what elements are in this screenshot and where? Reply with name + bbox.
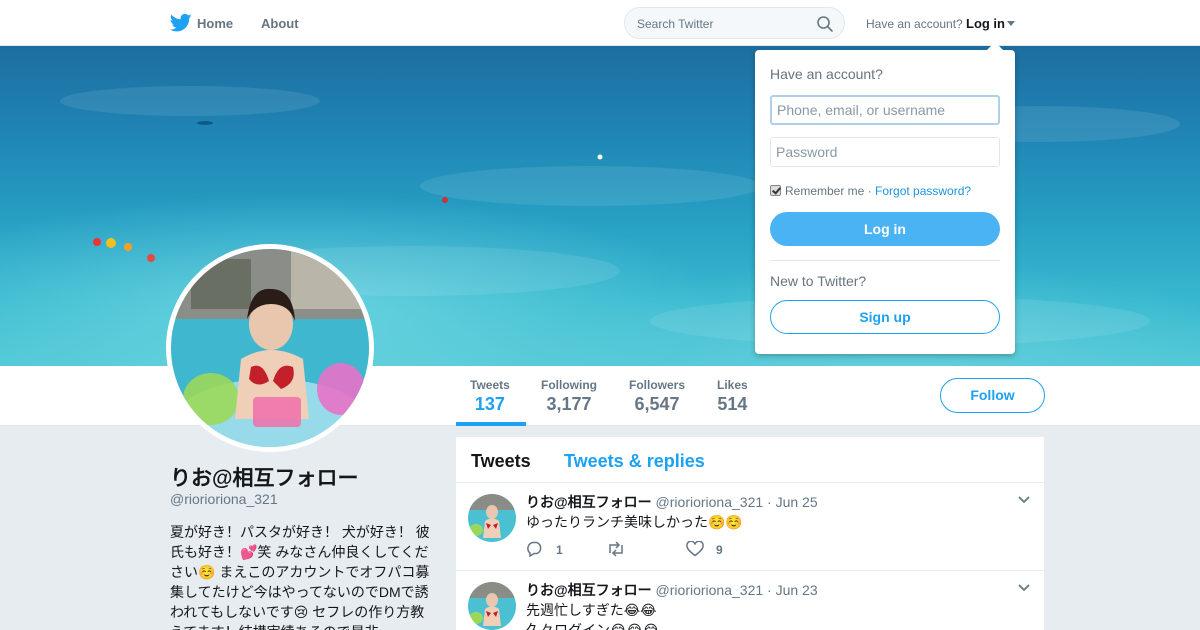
retweet-icon	[609, 541, 623, 557]
nav-about-link[interactable]: About	[261, 16, 299, 31]
signup-button[interactable]: Sign up	[770, 300, 1000, 334]
caret-down-icon[interactable]	[1007, 21, 1015, 26]
stat-following[interactable]: Following 3,177	[541, 378, 597, 415]
login-button[interactable]: Log in	[770, 212, 1000, 246]
stat-label: Tweets	[470, 378, 510, 392]
divider	[770, 260, 1000, 261]
dropdown-title: Have an account?	[770, 66, 883, 82]
have-account-text: Have an account?	[866, 17, 963, 31]
remember-me-label[interactable]: Remember me	[785, 184, 864, 198]
timeline: Tweets Tweets & replies りお@相互フォロー @riori…	[456, 437, 1044, 630]
tweet-text-line: 先週忙しすぎた😂😂	[526, 602, 657, 618]
remember-me-checkbox[interactable]	[770, 185, 781, 196]
stat-tweets[interactable]: Tweets 137	[470, 378, 510, 415]
login-dropdown: Have an account? Remember me · Forgot pa…	[755, 42, 1015, 354]
stat-value: 137	[474, 394, 505, 414]
avatar-photo	[171, 249, 369, 447]
tweet-author-name[interactable]: りお@相互フォロー	[526, 582, 652, 598]
search-box[interactable]: Search Twitter	[624, 7, 845, 39]
profile-name: りお@相互フォロー	[170, 467, 359, 490]
tab-tweets-and-replies[interactable]: Tweets & replies	[564, 451, 705, 472]
forgot-password-link[interactable]: Forgot password?	[875, 184, 971, 198]
tweet-date[interactable]: · Jun 25	[767, 494, 818, 510]
search-icon[interactable]	[816, 15, 834, 33]
new-to-twitter-text: New to Twitter?	[770, 273, 867, 289]
tweet-text-line: 久々ログイン😂😂😂	[526, 622, 660, 630]
tweet-text: ゆったりランチ美味しかった☺️☺️	[526, 514, 743, 530]
follow-button[interactable]: Follow	[940, 378, 1045, 413]
stat-followers[interactable]: Followers 6,547	[629, 378, 685, 415]
password-field[interactable]	[770, 137, 1000, 167]
tweet-date[interactable]: · Jun 23	[767, 582, 818, 598]
profile-avatar[interactable]	[166, 244, 374, 452]
profile-bio: 夏が好き！パスタが好き！ 犬が好き！ 彼氏も好き！💕笑 みなさん仲良くしてくださ…	[170, 524, 430, 630]
search-input[interactable]: Search Twitter	[637, 17, 713, 31]
stat-label: Followers	[629, 378, 686, 392]
like-count: 9	[716, 543, 723, 557]
separator-dot: ·	[864, 184, 876, 198]
stat-value: 514	[717, 394, 748, 414]
heart-icon	[686, 541, 704, 557]
timeline-tabs: Tweets Tweets & replies	[456, 437, 1044, 483]
login-menu-link[interactable]: Log in	[966, 16, 1005, 31]
tweet-author-handle[interactable]: @riorioriona_321	[656, 582, 764, 598]
stat-value: 6,547	[634, 394, 680, 414]
tweet-item[interactable]: りお@相互フォロー @riorioriona_321 · Jun 23 先週忙し…	[456, 571, 1044, 630]
remember-row: Remember me · Forgot password?	[770, 184, 971, 198]
tweet-header: りお@相互フォロー @riorioriona_321 · Jun 25	[526, 492, 818, 512]
chevron-down-icon[interactable]	[1018, 584, 1030, 592]
nav-home-link[interactable]: Home	[197, 16, 233, 31]
tweet-avatar[interactable]	[468, 582, 516, 630]
stat-likes[interactable]: Likes 514	[717, 378, 748, 415]
stat-value: 3,177	[546, 394, 592, 414]
username-field[interactable]	[770, 95, 1000, 125]
tweet-header: りお@相互フォロー @riorioriona_321 · Jun 23	[526, 580, 818, 600]
twitter-bird-icon[interactable]	[170, 13, 192, 33]
tweet-item[interactable]: りお@相互フォロー @riorioriona_321 · Jun 25 ゆったり…	[456, 483, 1044, 571]
profile-handle[interactable]: @riorioriona_321	[170, 491, 278, 507]
active-tab-underline	[456, 422, 526, 426]
tweet-author-name[interactable]: りお@相互フォロー	[526, 494, 652, 510]
reply-icon	[527, 541, 542, 557]
tweet-avatar[interactable]	[468, 494, 516, 542]
reply-count: 1	[556, 543, 563, 557]
stat-label: Following	[541, 378, 597, 392]
stat-label: Likes	[717, 378, 748, 392]
top-navigation-bar: Home About Search Twitter Have an accoun…	[0, 0, 1200, 46]
tweet-text: 先週忙しすぎた😂😂 久々ログイン😂😂😂	[526, 600, 659, 630]
tweet-author-handle[interactable]: @riorioriona_321	[656, 494, 764, 510]
tab-tweets[interactable]: Tweets	[471, 451, 531, 472]
chevron-down-icon[interactable]	[1018, 496, 1030, 504]
